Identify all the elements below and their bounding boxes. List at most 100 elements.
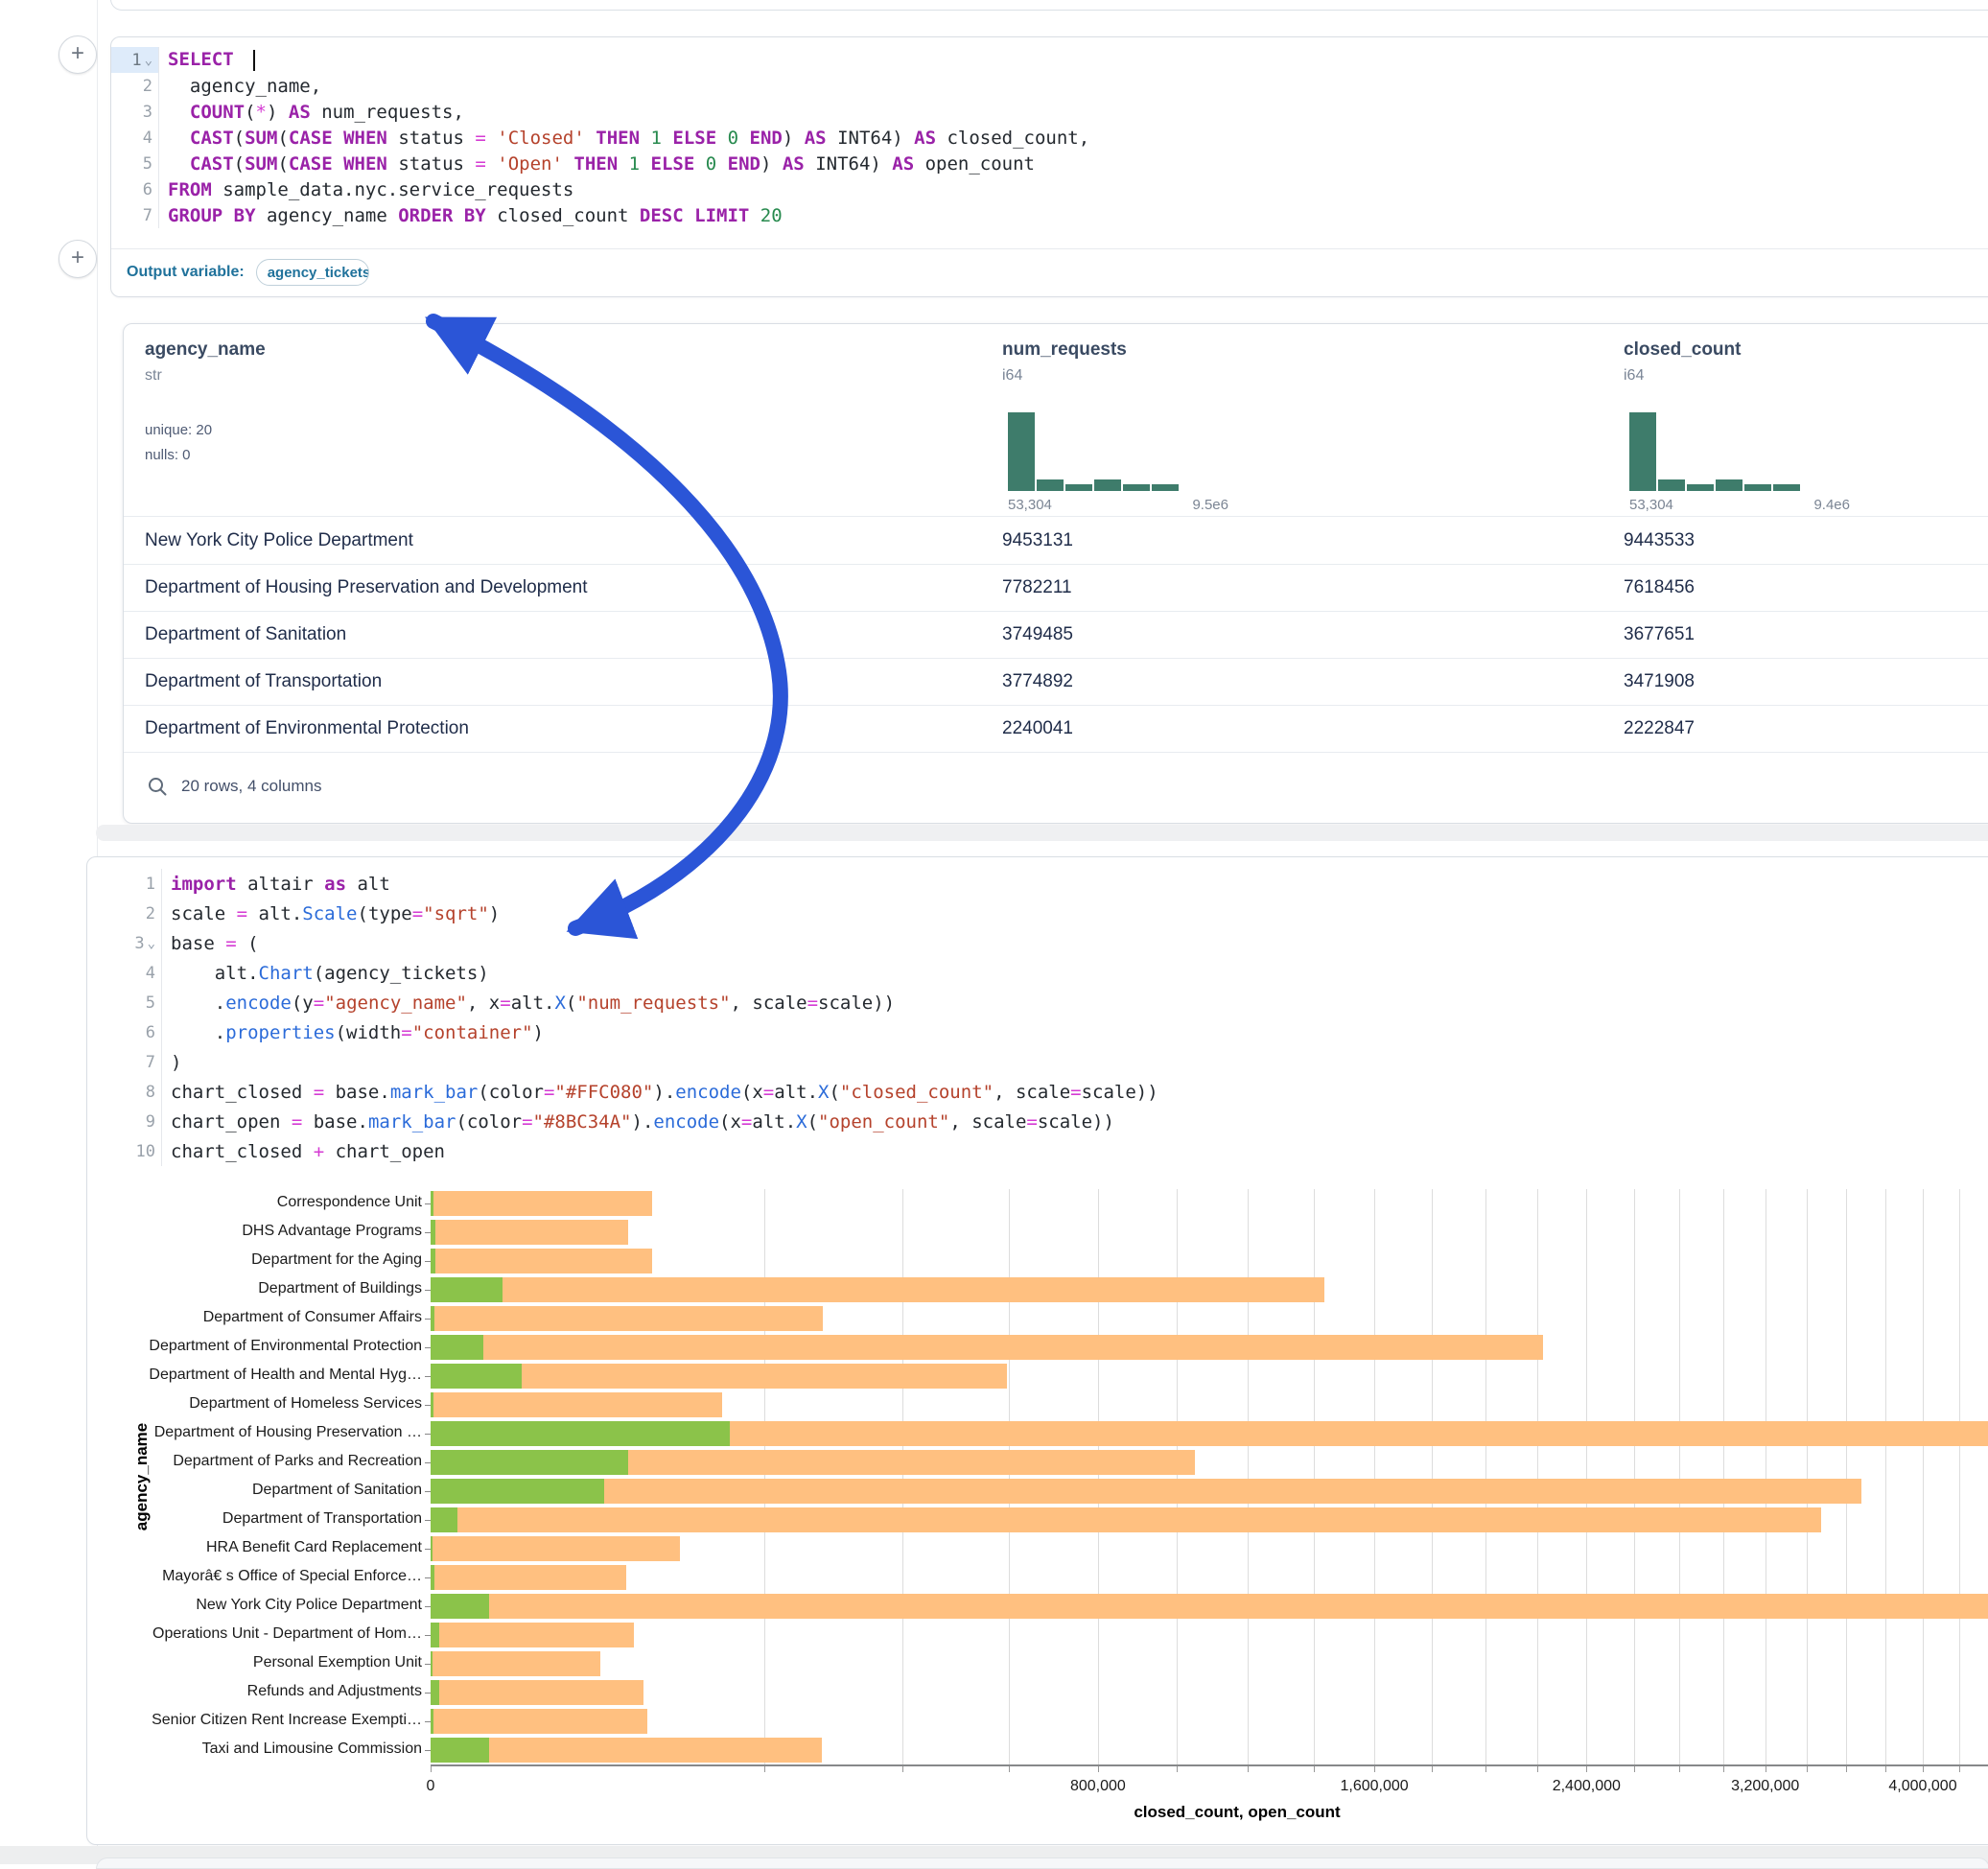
line-gutter: 3⌄ bbox=[87, 928, 162, 958]
column-type: str bbox=[145, 367, 461, 385]
table-row[interactable]: Department of Housing Preservation and D… bbox=[124, 564, 1988, 612]
histogram-min-label: 53,304 bbox=[1008, 497, 1052, 513]
column-stat: unique: 20 bbox=[145, 422, 212, 438]
line-number: 3 bbox=[134, 934, 144, 953]
table-cell: Department of Environmental Protection bbox=[145, 718, 469, 739]
table-cell: Department of Transportation bbox=[145, 671, 382, 692]
histogram-bar bbox=[1123, 484, 1150, 491]
table-cell: Department of Sanitation bbox=[145, 624, 346, 645]
code-text: agency_name, bbox=[159, 76, 321, 97]
histogram-bar bbox=[1687, 484, 1714, 491]
chevron-down-icon[interactable]: ⌄ bbox=[145, 56, 152, 65]
column-histogram bbox=[1008, 412, 1179, 491]
python-code-editor[interactable]: 1import altair as alt2scale = alt.Scale(… bbox=[87, 869, 1988, 1166]
line-gutter: 7 bbox=[111, 202, 159, 228]
table-cell: 9453131 bbox=[1002, 530, 1073, 551]
line-number: 4 bbox=[143, 128, 152, 148]
line-gutter: 1⌄ bbox=[111, 47, 159, 73]
code-text: FROM sample_data.nyc.service_requests bbox=[159, 179, 573, 200]
column-name: agency_name bbox=[145, 339, 461, 361]
code-line[interactable]: 7) bbox=[87, 1047, 1988, 1077]
table-cell: 3471908 bbox=[1624, 671, 1695, 692]
column-stat: nulls: 0 bbox=[145, 447, 191, 463]
add-cell-button[interactable]: + bbox=[58, 240, 97, 278]
add-cell-button[interactable]: + bbox=[58, 35, 97, 74]
line-number: 5 bbox=[143, 154, 152, 174]
table-row[interactable]: Department of Transportation 3774892 34719… bbox=[124, 658, 1988, 706]
output-variable-pill[interactable]: agency_tickets bbox=[256, 259, 369, 286]
row-column-count: 20 rows, 4 columns bbox=[181, 777, 321, 796]
line-gutter: 9 bbox=[87, 1107, 162, 1136]
code-line[interactable]: 4 alt.Chart(agency_tickets) bbox=[87, 958, 1988, 988]
python-cell[interactable]: 1import altair as alt2scale = alt.Scale(… bbox=[86, 856, 1988, 1845]
code-line[interactable]: 3 COUNT(*) AS num_requests, bbox=[111, 99, 1988, 125]
code-line[interactable]: 4 CAST(SUM(CASE WHEN status = 'Closed' T… bbox=[111, 125, 1988, 151]
table-cell: New York City Police Department bbox=[145, 530, 413, 551]
table-cell: 3774892 bbox=[1002, 671, 1073, 692]
column-header: closed_counti6453,3049.4e6 bbox=[1624, 339, 1940, 516]
line-gutter: 4 bbox=[111, 125, 159, 151]
code-line[interactable]: 3⌄base = ( bbox=[87, 928, 1988, 958]
line-number: 1 bbox=[131, 51, 141, 70]
table-cell: 3749485 bbox=[1002, 624, 1073, 645]
code-line[interactable]: 2 agency_name, bbox=[111, 73, 1988, 99]
code-text: CAST(SUM(CASE WHEN status = 'Open' THEN … bbox=[159, 153, 1035, 175]
table-cell: 7618456 bbox=[1624, 577, 1695, 598]
code-line[interactable]: 10chart_closed + chart_open bbox=[87, 1136, 1988, 1166]
code-line[interactable]: 6 .properties(width="container") bbox=[87, 1017, 1988, 1047]
code-line[interactable]: 9 chart_open = base.mark_bar(color="#8BC3… bbox=[87, 1107, 1988, 1136]
column-type: i64 bbox=[1624, 367, 1940, 385]
code-line[interactable]: 7GROUP BY agency_name ORDER BY closed_co… bbox=[111, 202, 1988, 228]
table-cell: 9443533 bbox=[1624, 530, 1695, 551]
sql-code-editor[interactable]: 1⌄SELECT 2 agency_name,3 COUNT(*) AS num… bbox=[111, 47, 1988, 228]
table-cell: 2222847 bbox=[1624, 718, 1695, 739]
sql-cell[interactable]: 1⌄SELECT 2 agency_name,3 COUNT(*) AS num… bbox=[110, 36, 1988, 297]
histogram-bar bbox=[1094, 479, 1121, 491]
search-icon[interactable] bbox=[147, 776, 168, 797]
code-line[interactable]: 2scale = alt.Scale(type="sqrt") bbox=[87, 899, 1988, 928]
line-gutter: 5 bbox=[87, 988, 162, 1017]
code-line[interactable]: 5 .encode(y="agency_name", x=alt.X("num_… bbox=[87, 988, 1988, 1017]
line-number: 3 bbox=[143, 103, 152, 122]
table-row[interactable]: Department of Sanitation37494853677651 bbox=[124, 611, 1988, 659]
next-cell-top-edge bbox=[96, 1857, 1988, 1869]
line-gutter: 7 bbox=[87, 1047, 162, 1077]
column-histogram bbox=[1629, 412, 1800, 491]
code-text: alt.Chart(agency_tickets) bbox=[162, 963, 489, 984]
code-text: ) bbox=[162, 1052, 181, 1073]
line-number: 9 bbox=[146, 1112, 155, 1132]
line-gutter: 8 bbox=[87, 1077, 162, 1107]
line-number: 6 bbox=[143, 180, 152, 199]
table-row[interactable]: Department of Environmental Protection 22… bbox=[124, 705, 1988, 753]
histogram-bar bbox=[1008, 412, 1035, 491]
column-name: closed_count bbox=[1624, 339, 1940, 361]
code-text: CAST(SUM(CASE WHEN status = 'Closed' THE… bbox=[159, 128, 1089, 149]
histogram-bar bbox=[1773, 484, 1800, 491]
line-gutter: 2 bbox=[111, 73, 159, 99]
table-cell: Department of Housing Preservation and D… bbox=[145, 577, 588, 598]
line-number: 10 bbox=[136, 1142, 155, 1161]
line-gutter: 3 bbox=[111, 99, 159, 125]
cell-gap-band bbox=[96, 825, 1988, 841]
line-number: 8 bbox=[146, 1083, 155, 1102]
table-footer: 20 rows, 4 columns bbox=[124, 751, 1988, 822]
code-line[interactable]: 6 FROM sample_data.nyc.service_requests bbox=[111, 176, 1988, 202]
dataframe-preview[interactable]: agency_namestrunique: 20nulls: 0num_requ… bbox=[123, 323, 1988, 824]
code-text: chart_closed = base.mark_bar(color="#FFC… bbox=[162, 1082, 1158, 1103]
line-number: 2 bbox=[146, 904, 155, 923]
line-gutter: 10 bbox=[87, 1136, 162, 1166]
code-text: chart_open = base.mark_bar(color="#8BC34… bbox=[162, 1111, 1114, 1133]
code-line[interactable]: 1import altair as alt bbox=[87, 869, 1988, 899]
table-row[interactable]: New York City Police Department 9453131 94… bbox=[124, 517, 1988, 565]
output-variable-label: Output variable: bbox=[127, 264, 245, 281]
histogram-bar bbox=[1716, 479, 1742, 491]
line-number: 7 bbox=[146, 1053, 155, 1072]
histogram-max-label: 9.4e6 bbox=[1767, 497, 1850, 513]
code-line[interactable]: 5 CAST(SUM(CASE WHEN status = 'Open' THE… bbox=[111, 151, 1988, 176]
code-line[interactable]: 8 chart_closed = base.mark_bar(color="#FF… bbox=[87, 1077, 1988, 1107]
line-gutter: 6 bbox=[111, 176, 159, 202]
code-text: COUNT(*) AS num_requests, bbox=[159, 102, 464, 123]
line-number: 7 bbox=[143, 206, 152, 225]
chevron-down-icon[interactable]: ⌄ bbox=[148, 939, 155, 948]
code-line[interactable]: 1⌄SELECT bbox=[111, 47, 1988, 73]
